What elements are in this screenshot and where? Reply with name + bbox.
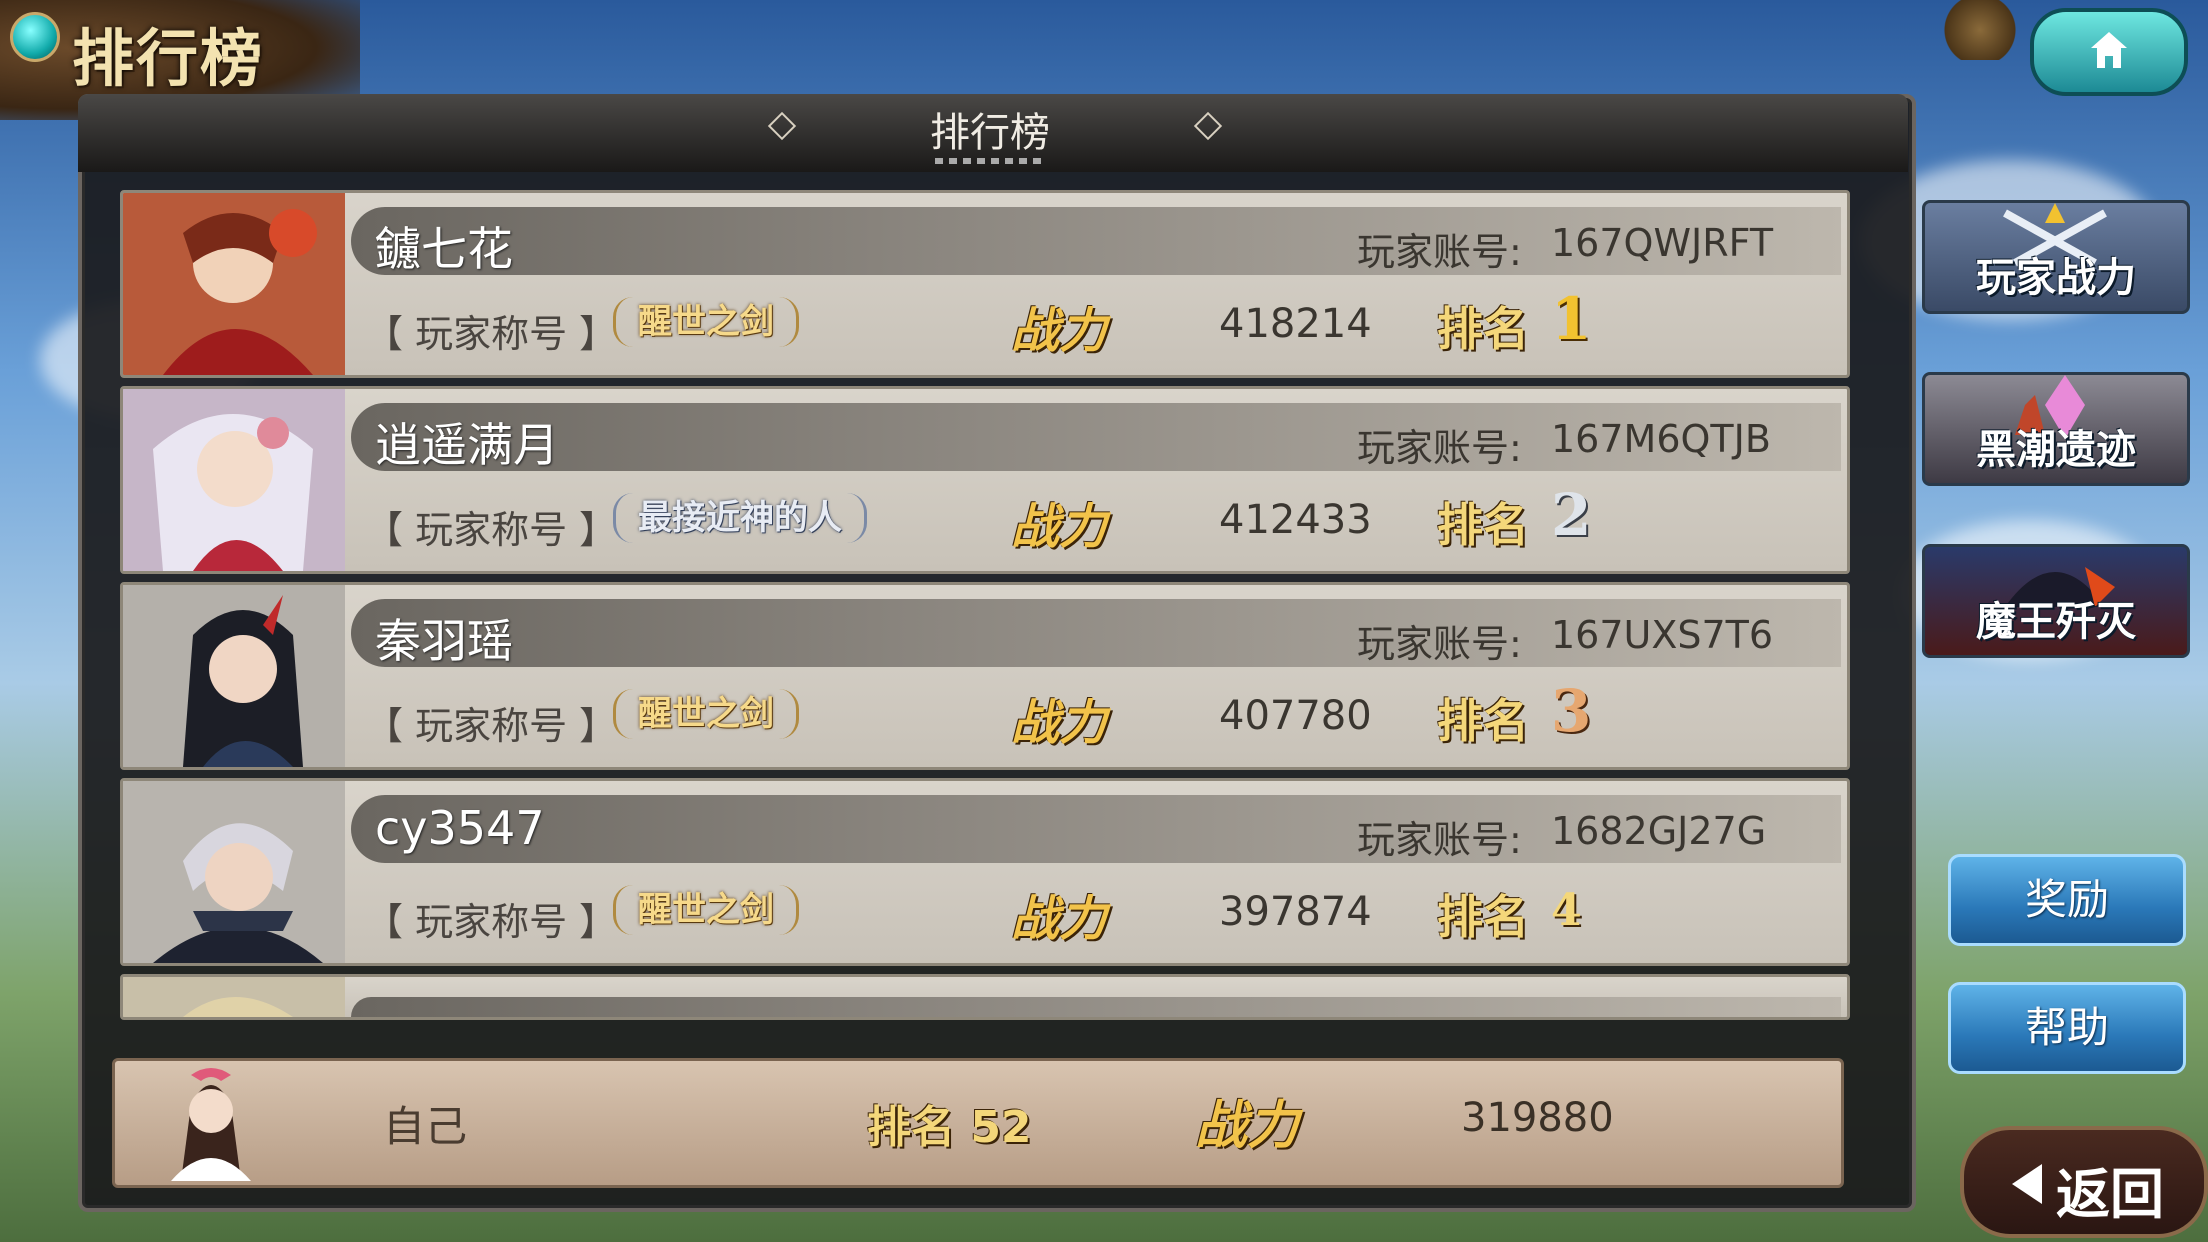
self-label: 自己 bbox=[383, 1102, 468, 1151]
page-title: 排行榜 bbox=[72, 22, 265, 95]
power-value: 418214 bbox=[1219, 301, 1372, 347]
self-avatar bbox=[171, 1068, 251, 1181]
ranking-row[interactable]: 鑢七花 玩家账号: 167QWJRFT 【 玩家称号 】 醒世之剑 战力 418… bbox=[120, 190, 1850, 378]
power-label: 战力 bbox=[1011, 695, 1108, 751]
power-value: 412433 bbox=[1219, 497, 1372, 543]
title-tag-label: 【 玩家称号 】 bbox=[365, 900, 618, 944]
self-power-value: 319880 bbox=[1461, 1095, 1614, 1141]
player-title-badge: 最接近神的人 bbox=[613, 493, 867, 543]
rank-label: 排名 bbox=[1437, 302, 1529, 356]
account-id: 167QWJRFT bbox=[1551, 221, 1774, 265]
player-name: cy3547 bbox=[375, 801, 545, 855]
player-name: 秦羽瑶 bbox=[375, 614, 513, 668]
rank-label: 排名 bbox=[1437, 498, 1529, 552]
player-name: 逍遥满月 bbox=[375, 418, 559, 472]
tab-demon-king-annihilation[interactable]: 魔王歼灭 bbox=[1922, 544, 2190, 658]
gem-icon bbox=[10, 12, 60, 62]
tab-player-power[interactable]: 玩家战力 bbox=[1922, 200, 2190, 314]
power-value: 397874 bbox=[1219, 889, 1372, 935]
power-value: 407780 bbox=[1219, 693, 1372, 739]
rank-number: 4 bbox=[1551, 885, 1582, 936]
title-tag-label: 【 玩家称号 】 bbox=[365, 508, 618, 552]
player-name: 鑢七花 bbox=[375, 222, 513, 276]
header-ornament bbox=[935, 158, 1045, 164]
tab-label: 魔王歼灭 bbox=[1976, 599, 2136, 645]
tab-label: 玩家战力 bbox=[1976, 255, 2136, 301]
power-label: 战力 bbox=[1011, 303, 1108, 359]
back-label: 返回 bbox=[2056, 1163, 2164, 1226]
tab-dark-tide-ruins[interactable]: 黑潮遗迹 bbox=[1922, 372, 2190, 486]
rank-number: 2 bbox=[1551, 481, 1592, 549]
home-button[interactable] bbox=[2030, 8, 2188, 96]
player-avatar bbox=[123, 193, 345, 375]
home-icon bbox=[2091, 32, 2127, 68]
title-tag-label: 【 玩家称号 】 bbox=[365, 312, 618, 356]
gear-ornament-icon bbox=[1940, 0, 2020, 60]
account-id: 167UXS7T6 bbox=[1551, 613, 1774, 657]
rank-number: 1 bbox=[1551, 285, 1592, 353]
help-button[interactable]: 帮助 bbox=[1948, 982, 2186, 1074]
account-id: 167M6QTJB bbox=[1551, 417, 1771, 461]
self-power-label: 战力 bbox=[1195, 1096, 1300, 1156]
ranking-row[interactable] bbox=[120, 974, 1850, 1020]
player-avatar bbox=[123, 781, 345, 963]
back-button[interactable]: 返回 bbox=[1960, 1126, 2208, 1238]
panel-title: 排行榜 bbox=[930, 110, 1050, 156]
account-label: 玩家账号: bbox=[1357, 230, 1522, 274]
player-title-badge: 醒世之剑 bbox=[613, 689, 799, 739]
player-avatar bbox=[123, 977, 345, 1017]
player-avatar bbox=[123, 389, 345, 571]
ranking-row[interactable]: cy3547 玩家账号: 1682GJ27G 【 玩家称号 】 醒世之剑 战力 … bbox=[120, 778, 1850, 966]
player-avatar bbox=[123, 585, 345, 767]
account-label: 玩家账号: bbox=[1357, 426, 1522, 470]
account-label: 玩家账号: bbox=[1357, 622, 1522, 666]
power-label: 战力 bbox=[1011, 891, 1108, 947]
name-bar bbox=[351, 997, 1841, 1017]
player-title-badge: 醒世之剑 bbox=[613, 885, 799, 935]
title-tag-label: 【 玩家称号 】 bbox=[365, 704, 618, 748]
player-title-badge: 醒世之剑 bbox=[613, 297, 799, 347]
rank-label: 排名 bbox=[1437, 694, 1529, 748]
account-label: 玩家账号: bbox=[1357, 818, 1522, 862]
back-arrow-icon bbox=[2012, 1164, 2042, 1204]
power-label: 战力 bbox=[1011, 499, 1108, 555]
self-rank: 排名 52 bbox=[867, 1102, 1032, 1153]
tab-label: 黑潮遗迹 bbox=[1976, 427, 2136, 473]
rank-label: 排名 bbox=[1437, 890, 1529, 944]
ranking-row[interactable]: 逍遥满月 玩家账号: 167M6QTJB 【 玩家称号 】 最接近神的人 战力 … bbox=[120, 386, 1850, 574]
ranking-row[interactable]: 秦羽瑶 玩家账号: 167UXS7T6 【 玩家称号 】 醒世之剑 战力 407… bbox=[120, 582, 1850, 770]
rank-number: 3 bbox=[1551, 677, 1592, 745]
self-ranking-bar: 自己 排名 52 战力 319880 bbox=[112, 1058, 1844, 1188]
reward-button[interactable]: 奖励 bbox=[1948, 854, 2186, 946]
account-id: 1682GJ27G bbox=[1551, 809, 1767, 853]
